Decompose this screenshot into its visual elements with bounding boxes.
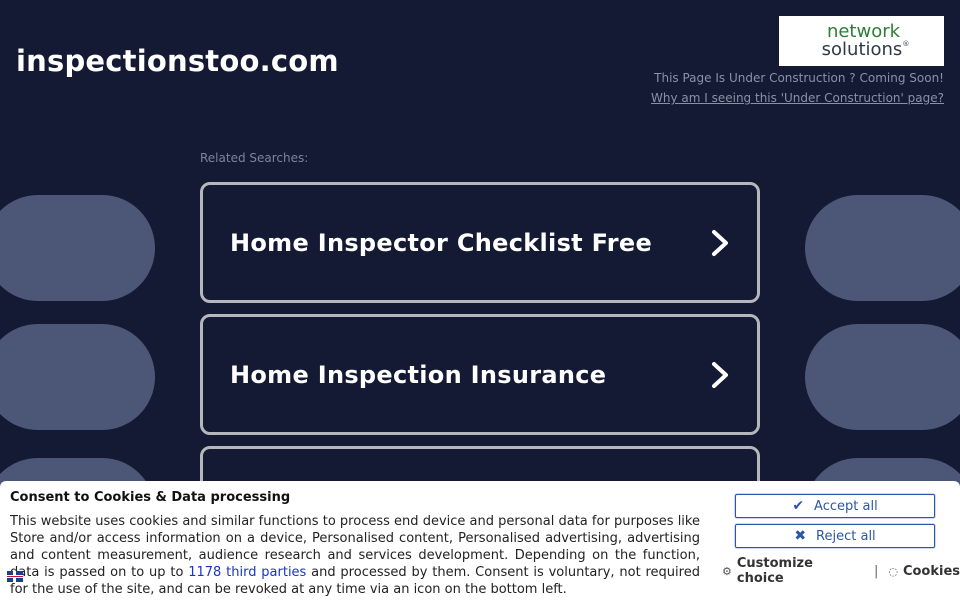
third-parties-link[interactable]: 1178 third parties [188, 565, 306, 580]
consent-title: Consent to Cookies & Data processing [10, 490, 291, 505]
right-pill-1 [805, 195, 960, 301]
under-construction-text: This Page Is Under Construction ? Coming… [654, 71, 944, 85]
uk-flag-icon[interactable] [7, 571, 23, 582]
related-search-label: Home Inspection Insurance [230, 360, 607, 389]
logo-line-solutions-text: solutions [821, 39, 903, 60]
reject-all-label: Reject all [816, 528, 876, 544]
reject-all-button[interactable]: ✖ Reject all [735, 524, 935, 548]
network-solutions-logo[interactable]: network solutions® [779, 16, 944, 66]
related-searches-label: Related Searches: [200, 151, 309, 165]
left-pill-2 [0, 324, 155, 430]
customize-choice-link[interactable]: ⚙ Customize choice [722, 556, 864, 586]
chevron-right-icon [712, 229, 728, 256]
link-separator: | [873, 563, 879, 579]
gear-icon: ⚙ [722, 564, 732, 578]
close-icon: ✖ [794, 528, 807, 544]
registered-mark: ® [902, 40, 910, 48]
customize-choice-label: Customize choice [736, 556, 813, 586]
related-search-card[interactable]: Home Inspection Insurance [200, 314, 760, 435]
accept-all-label: Accept all [814, 498, 878, 514]
chevron-right-icon [712, 361, 728, 388]
domain-title: inspectionstoo.com [16, 44, 339, 78]
check-icon: ✔ [792, 498, 805, 514]
cookie-icon: ◌ [888, 564, 898, 578]
left-pill-1 [0, 195, 155, 301]
logo-line-solutions: solutions® [822, 41, 910, 59]
why-under-construction-link[interactable]: Why am I seeing this 'Under Construction… [651, 91, 944, 105]
related-search-card[interactable]: Home Inspector Checklist Free [200, 182, 760, 303]
cookies-link[interactable]: ◌ Cookies [888, 564, 960, 579]
consent-banner: Consent to Cookies & Data processing Thi… [0, 481, 960, 600]
consent-body: This website uses cookies and similar fu… [10, 513, 700, 598]
related-search-label: Home Inspector Checklist Free [230, 228, 653, 257]
accept-all-button[interactable]: ✔ Accept all [735, 494, 935, 518]
cookies-label: Cookies [902, 563, 960, 579]
right-pill-2 [805, 324, 960, 430]
consent-links: ⚙ Customize choice | ◌ Cookies [722, 556, 960, 586]
